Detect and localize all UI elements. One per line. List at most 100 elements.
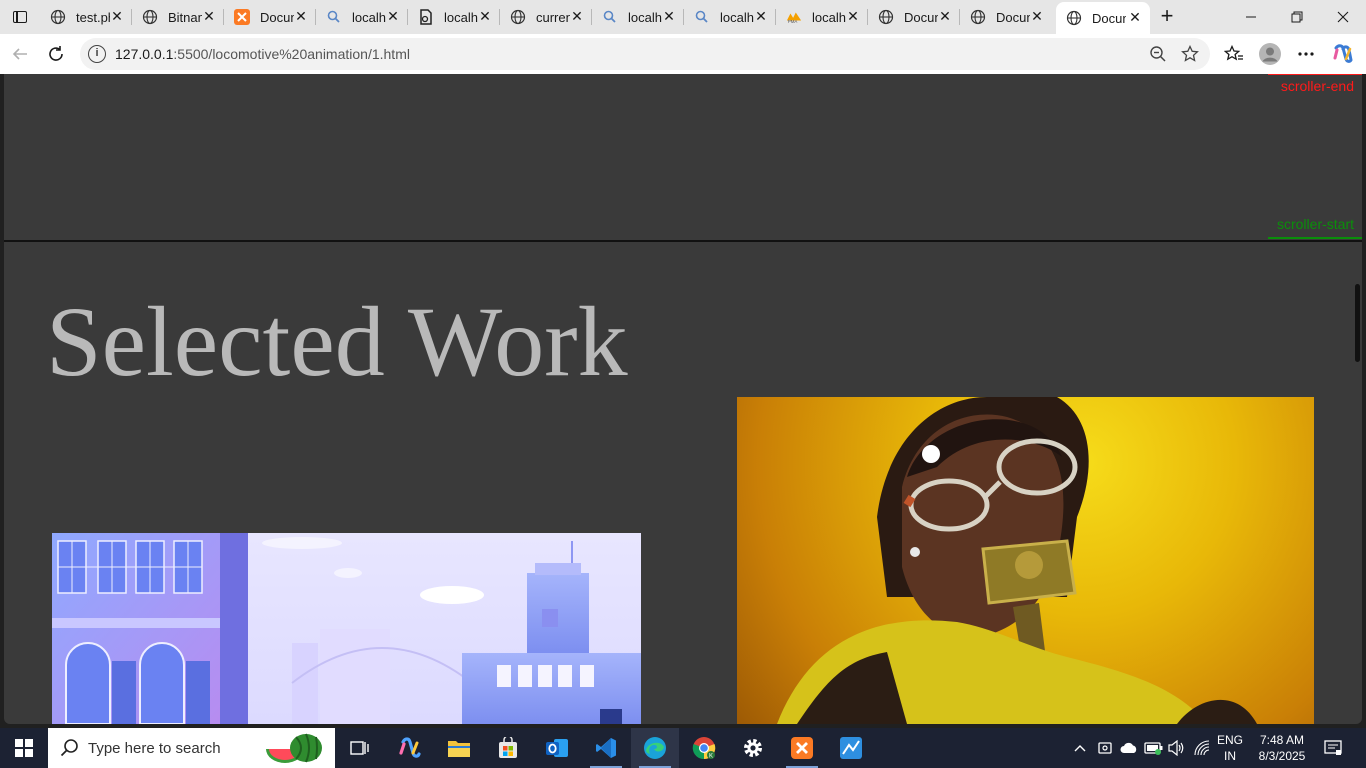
watermelon-icon (266, 733, 322, 763)
notification-icon (1324, 740, 1342, 755)
tab-title: currency (536, 9, 570, 25)
copilot-icon (399, 737, 421, 758)
tab-close-icon[interactable]: ✕ (754, 9, 768, 23)
taskbar-xampp[interactable] (778, 728, 826, 768)
phpmyadmin-icon: PMA (786, 9, 802, 25)
back-button[interactable] (8, 42, 32, 66)
taskbar-app-blue[interactable] (827, 728, 875, 768)
tab-close-icon[interactable]: ✕ (938, 9, 952, 23)
outlook-icon (546, 739, 568, 757)
tab-6[interactable]: localhost ✕ (592, 4, 684, 30)
tab-2[interactable]: Document ✕ (224, 4, 316, 30)
gear-icon (744, 739, 762, 757)
globe-icon (50, 9, 66, 25)
tab-close-icon[interactable]: ✕ (662, 9, 676, 23)
scroller-end-marker: scroller-end (1280, 78, 1354, 94)
taskbar-vscode[interactable] (582, 728, 630, 768)
taskbar-settings[interactable] (729, 728, 777, 768)
windows-logo-icon (15, 739, 33, 757)
scroller-start-marker: scroller-start (1276, 216, 1354, 232)
favorite-star-icon[interactable] (1179, 43, 1201, 65)
tab-title: localhost (352, 9, 386, 25)
favorites-button[interactable] (1222, 42, 1246, 66)
search-icon (60, 739, 78, 757)
taskbar-copilot[interactable] (386, 728, 434, 768)
restore-button[interactable] (1274, 0, 1320, 34)
clock[interactable]: 7:48 AM 8/3/2025 (1250, 732, 1314, 764)
xampp-icon (234, 9, 250, 25)
tab-close-icon[interactable]: ✕ (294, 9, 308, 23)
tab-1[interactable]: Bitnami ✕ (132, 4, 224, 30)
tab-close-icon[interactable]: ✕ (386, 9, 400, 23)
settings-more-button[interactable] (1294, 42, 1318, 66)
language-indicator[interactable]: ENG IN (1214, 732, 1246, 764)
tray-network-icon[interactable] (1192, 728, 1212, 768)
tray-volume-icon[interactable] (1166, 728, 1188, 768)
profile-button[interactable] (1258, 42, 1282, 66)
zoom-out-icon[interactable] (1147, 43, 1169, 65)
close-window-button[interactable] (1320, 0, 1366, 34)
search-placeholder: Type here to search (88, 740, 221, 757)
tray-battery-icon[interactable] (1143, 728, 1165, 768)
edge-icon (644, 737, 666, 759)
tab-close-icon[interactable]: ✕ (478, 9, 492, 23)
tab-10[interactable]: Document ✕ (960, 4, 1052, 30)
tray-onedrive-icon[interactable] (1118, 728, 1140, 768)
tab-close-icon[interactable]: ✕ (846, 9, 860, 23)
show-hidden-icons[interactable] (1070, 728, 1090, 768)
tab-4[interactable]: localhost ✕ (408, 4, 500, 30)
clock-date: 8/3/2025 (1258, 749, 1306, 763)
start-button[interactable] (0, 728, 48, 768)
tab-strip: test.php ✕ Bitnami ✕ Document ✕ localhos… (0, 0, 1366, 34)
url-text[interactable]: 127.0.0.1:5500/locomotive%20animation/1.… (115, 46, 410, 62)
section-divider (4, 240, 1362, 242)
tab-close-icon[interactable]: ✕ (110, 9, 124, 23)
tab-close-icon[interactable]: ✕ (1128, 10, 1142, 24)
tab-title: Document (260, 9, 294, 25)
address-bar[interactable]: i 127.0.0.1:5500/locomotive%20animation/… (80, 38, 1210, 70)
tab-title: Document (1092, 10, 1126, 26)
tab-title: localhost (628, 9, 662, 25)
camera-icon (1098, 742, 1112, 754)
tab-title: Document (996, 9, 1030, 25)
taskbar-file-explorer[interactable] (435, 728, 483, 768)
taskbar-outlook[interactable] (533, 728, 581, 768)
notification-center-button[interactable] (1320, 728, 1346, 768)
tab-9[interactable]: Document ✕ (868, 4, 960, 30)
page-viewport: scroller-end scroller-start Selected Wor… (4, 74, 1362, 724)
tab-title: Document (904, 9, 938, 25)
chevron-up-icon (1074, 745, 1086, 752)
tab-11-active[interactable]: Document ✕ (1056, 2, 1150, 34)
chart-app-icon (840, 737, 862, 759)
folder-icon (448, 741, 470, 757)
tab-0[interactable]: test.php ✕ (40, 4, 132, 30)
tab-close-icon[interactable]: ✕ (570, 9, 584, 23)
tab-3[interactable]: localhost ✕ (316, 4, 408, 30)
tray-meet-icon[interactable] (1095, 728, 1115, 768)
globe-icon (142, 9, 158, 25)
tab-close-icon[interactable]: ✕ (1030, 9, 1044, 23)
site-info-icon[interactable]: i (88, 45, 106, 63)
tab-7[interactable]: localhost ✕ (684, 4, 776, 30)
taskbar-store[interactable] (484, 728, 532, 768)
file-icon (418, 9, 434, 25)
search-icon (326, 9, 342, 25)
refresh-button[interactable] (44, 42, 68, 66)
taskbar-edge[interactable] (631, 728, 679, 768)
tab-5[interactable]: currency ✕ (500, 4, 592, 30)
task-view-button[interactable] (336, 728, 384, 768)
copilot-button[interactable] (1331, 42, 1355, 66)
taskbar-search[interactable]: Type here to search (48, 728, 335, 768)
tab-8[interactable]: PMA localhost ✕ (776, 4, 868, 30)
minimize-button[interactable] (1228, 0, 1274, 34)
scroller-start-line (1268, 237, 1362, 239)
taskbar-chrome[interactable]: K (680, 728, 728, 768)
new-tab-button[interactable]: + (1156, 5, 1178, 28)
work-image-city[interactable] (52, 533, 641, 724)
globe-icon (970, 9, 986, 25)
work-image-performer[interactable] (737, 397, 1314, 724)
tab-actions-button[interactable] (8, 6, 32, 28)
scrollbar-thumb[interactable] (1355, 284, 1360, 362)
tab-close-icon[interactable]: ✕ (202, 9, 216, 23)
wifi-icon (1194, 740, 1210, 756)
